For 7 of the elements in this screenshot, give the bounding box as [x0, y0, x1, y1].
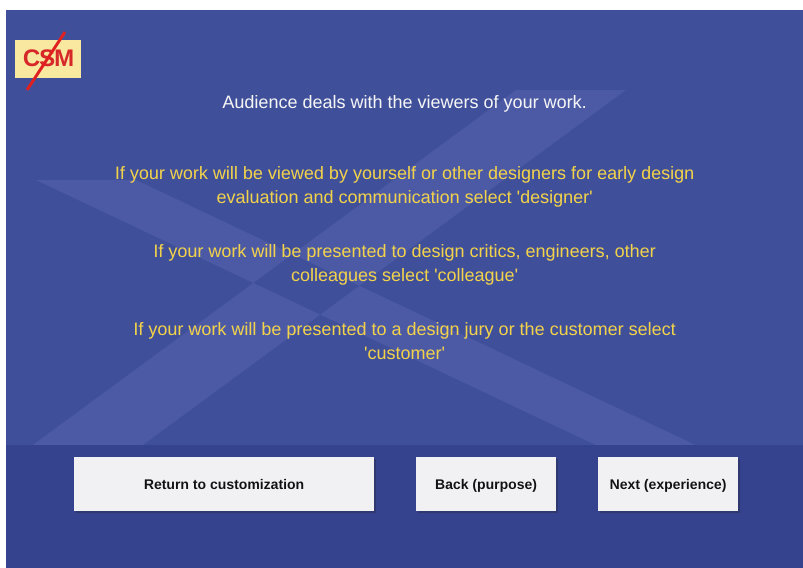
nav-button[interactable]: Next (experience) [598, 457, 738, 511]
instruction-text: If your work will be presented to a design jury or the customer select 'customer' [132, 318, 677, 365]
heading: Audience deals with the viewers of your work. [221, 92, 588, 113]
nav-button[interactable]: Back (purpose) [416, 457, 556, 511]
instruction-text: If your work will be viewed by yourself or other designers for early design evaluation and communication select 'designer' [114, 162, 696, 209]
instruction-text: If your work will be presented to design critics, engineers, other colleagues select 'colleague' [152, 240, 657, 287]
nav-button[interactable]: Return to customization [74, 457, 374, 511]
